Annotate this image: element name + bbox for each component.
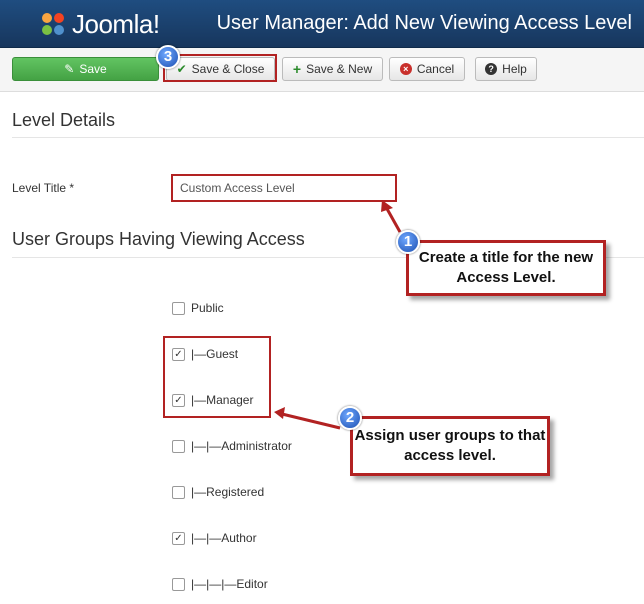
group-label: Public [191, 301, 224, 315]
section-title-level-details: Level Details [12, 110, 116, 130]
save-button-label: Save [79, 62, 107, 76]
step3-badge: 3 [156, 45, 180, 69]
joomla-logo-icon [42, 13, 64, 35]
plus-icon: + [292, 61, 302, 77]
help-icon: ? [485, 63, 498, 75]
save-new-button-label: Save & New [306, 62, 373, 76]
cancel-icon: × [399, 63, 412, 75]
highlight-selected-groups [163, 336, 271, 418]
group-label: |—|—Author [191, 531, 257, 545]
group-row-administrator[interactable]: |—|—Administrator [172, 438, 292, 454]
checkbox-administrator[interactable] [172, 439, 185, 453]
group-row-registered[interactable]: |—Registered [172, 484, 264, 500]
save-new-button[interactable]: + Save & New [282, 57, 383, 81]
edit-icon: ✎ [64, 62, 75, 76]
toolbar: ✎ Save ✔ Save & Close + Save & New × Can… [0, 48, 644, 92]
checkbox-registered[interactable] [172, 485, 185, 499]
brand-name: Joomla! [72, 8, 160, 39]
level-title-label: Level Title * [12, 181, 75, 195]
divider [12, 137, 644, 138]
group-label: |—|—|—Editor [191, 577, 268, 591]
section-title-user-groups: User Groups Having Viewing Access [12, 229, 305, 249]
callout-step2: Assign user groups to that access level. [350, 416, 550, 476]
page-title: User Manager: Add New Viewing Access Lev… [216, 12, 632, 34]
group-label: |—Registered [191, 485, 265, 499]
checkbox-public[interactable] [172, 301, 185, 315]
callout-step1-text: Create a title for the new Access Level. [418, 249, 594, 286]
header-bar: Joomla! User Manager: Add New Viewing Ac… [0, 0, 644, 48]
help-button[interactable]: ? Help [475, 57, 537, 81]
highlight-save-close [163, 54, 277, 82]
callout-step2-text: Assign user groups to that access level. [354, 427, 546, 464]
group-row-editor[interactable]: |—|—|—Editor [172, 576, 268, 592]
group-label: |—|—Administrator [191, 439, 292, 453]
step2-badge: 2 [338, 406, 362, 430]
save-button[interactable]: ✎ Save [12, 57, 159, 81]
step1-badge: 1 [396, 230, 420, 254]
group-row-public[interactable]: Public [172, 300, 224, 316]
callout-step1: Create a title for the new Access Level. [406, 240, 606, 296]
cancel-button-label: Cancel [416, 62, 455, 76]
group-row-author[interactable]: |—|—Author [172, 530, 257, 546]
level-title-input[interactable] [171, 174, 397, 202]
checkbox-author[interactable] [172, 531, 185, 545]
help-button-label: Help [502, 62, 527, 76]
joomla-logo[interactable]: Joomla! [38, 8, 160, 40]
checkbox-editor[interactable] [172, 577, 185, 591]
cancel-button[interactable]: × Cancel [389, 57, 465, 81]
